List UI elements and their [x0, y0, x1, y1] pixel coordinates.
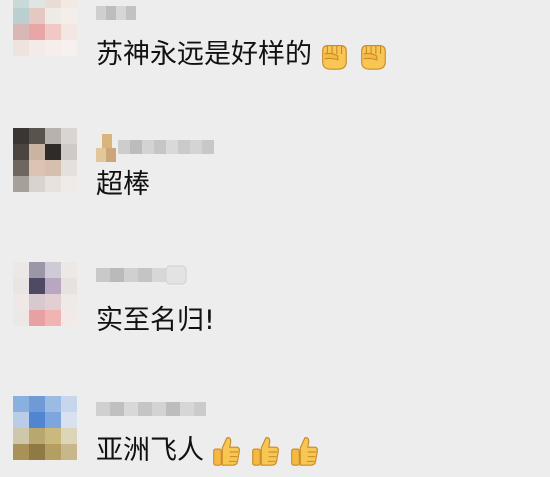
avatar[interactable] [13, 262, 77, 326]
avatar[interactable] [13, 128, 77, 192]
fist-icon [317, 38, 351, 72]
thumbs-up-icon [248, 434, 282, 468]
thumbs-up-icon [209, 434, 243, 468]
comment-text-label: 亚洲飞人 [96, 435, 204, 466]
fist-icon [356, 38, 390, 72]
username-blurred[interactable] [96, 398, 208, 418]
username-blurred[interactable] [96, 132, 216, 162]
comment-item: 实至名归! [0, 252, 550, 362]
comment-item: 超棒 [0, 118, 550, 228]
comment-text: 实至名归! [96, 304, 215, 338]
comment-text-label: 实至名归! [96, 305, 215, 336]
avatar[interactable] [13, 396, 77, 460]
comment-text-label: 苏神永远是好样的 [96, 39, 312, 70]
comment-text: 苏神永远是好样的 [96, 38, 390, 72]
comment-text: 亚洲飞人 [96, 434, 321, 468]
comment-text-label: 超棒 [96, 169, 150, 200]
username-blurred[interactable] [96, 4, 144, 24]
comment-item: 苏神永远是好样的 [0, 0, 550, 100]
comment-text: 超棒 [96, 168, 150, 202]
comment-item: 亚洲飞人 [0, 386, 550, 477]
username-blurred[interactable] [96, 264, 196, 285]
thumbs-up-icon [287, 434, 321, 468]
avatar[interactable] [13, 0, 77, 56]
